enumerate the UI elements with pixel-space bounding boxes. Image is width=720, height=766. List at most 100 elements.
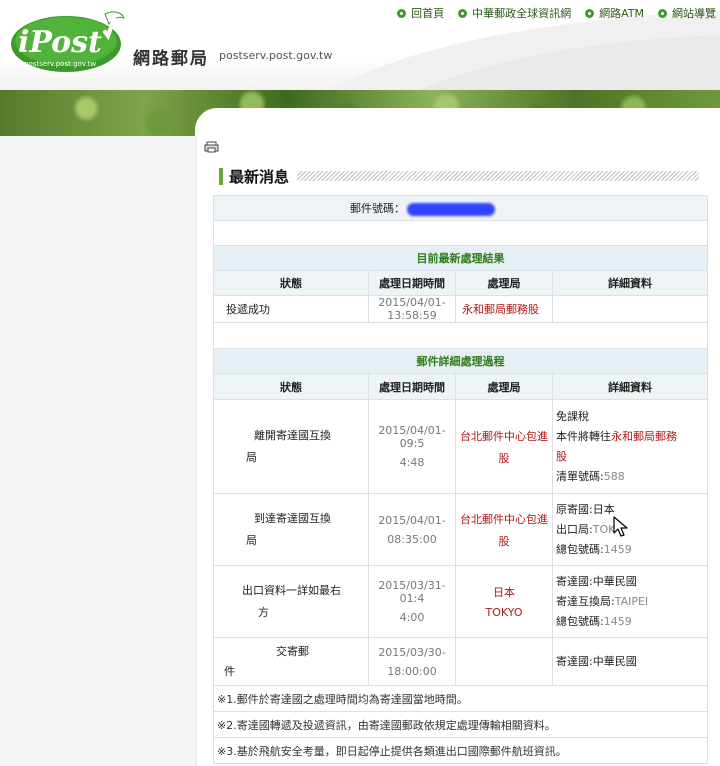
history-status: 出口資料一詳如最右 方 bbox=[213, 565, 369, 638]
green-bullet-icon bbox=[585, 8, 595, 18]
datetime-line: 2015/04/01- bbox=[378, 513, 446, 527]
svg-text:postserv.post.gov.tw: postserv.post.gov.tw bbox=[24, 60, 96, 68]
nav-chunghwa-post[interactable]: 中華郵政全球資訊網 bbox=[458, 5, 571, 21]
office-line: 股 bbox=[498, 534, 510, 548]
datetime-line: 18:00:00 bbox=[387, 664, 437, 678]
status-line: 方 bbox=[258, 605, 269, 619]
detail-line: 總包號碼: bbox=[556, 614, 604, 628]
nav-chunghwa-post-label: 中華郵政全球資訊網 bbox=[472, 7, 572, 20]
detail-value: TAIPEI bbox=[614, 594, 649, 608]
detail-highlight: 永和郵局郵務 bbox=[611, 429, 677, 443]
history-datetime: 2015/03/30- 18:00:00 bbox=[368, 637, 456, 686]
status-line: 局 bbox=[246, 533, 257, 547]
office-line: TOKYO bbox=[485, 606, 523, 619]
latest-result-title: 目前最新處理結果 bbox=[213, 245, 708, 271]
detail-line: 總包號碼: bbox=[556, 542, 604, 556]
history-row: 離開寄達國互換 局 2015/04/01-09:5 4:48 台北郵件中心包進 … bbox=[213, 399, 708, 494]
top-navigation: 回首頁 中華郵政全球資訊網 網路ATM 網站導覽 bbox=[397, 5, 716, 21]
section-heading: 最新消息 bbox=[219, 166, 699, 186]
office-line: 股 bbox=[498, 451, 510, 465]
content-top-curve bbox=[195, 108, 720, 138]
office-line: 台北郵件中心包進 bbox=[460, 429, 548, 443]
history-status: 離開寄達國互換 局 bbox=[213, 399, 369, 494]
site-name: 網路郵局 bbox=[133, 49, 209, 69]
office-line: 台北郵件中心包進 bbox=[460, 512, 548, 526]
datetime-line: 2015/03/31-01:4 bbox=[378, 579, 446, 605]
history-detail: 免課稅 本件將轉往永和郵局郵務 股 清單號碼:588 bbox=[552, 399, 708, 494]
heading-hatch-divider bbox=[297, 171, 699, 181]
nav-atm-label: 網路ATM bbox=[599, 7, 644, 20]
tracking-table: 郵件號碼： 目前最新處理結果 狀態 處理日期時間 處理局 詳細資料 投遞成功 2… bbox=[213, 195, 708, 764]
history-status: 交寄郵 件 bbox=[213, 637, 369, 686]
site-url: postserv.post.gov.tw bbox=[219, 49, 333, 62]
detail-line: 寄達互換局: bbox=[556, 594, 615, 608]
history-row: 到達寄達國互換 局 2015/04/01- 08:35:00 台北郵件中心包進 … bbox=[213, 493, 708, 566]
nav-home-label: 回首頁 bbox=[411, 7, 445, 20]
datetime-line: 08:35:00 bbox=[387, 532, 437, 546]
datetime-line: 2015/03/30- bbox=[378, 645, 446, 659]
datetime-line: 2015/04/01-09:5 bbox=[378, 424, 446, 450]
detail-highlight: 股 bbox=[556, 449, 567, 463]
left-sidebar bbox=[0, 136, 197, 766]
history-header-detail: 詳細資料 bbox=[552, 373, 708, 400]
spacer-row bbox=[213, 220, 708, 246]
history-detail: 寄達國:中華民國 寄達互換局:TAIPEI 總包號碼:1459 bbox=[552, 565, 708, 638]
history-datetime: 2015/04/01- 08:35:00 bbox=[368, 493, 456, 566]
detail-value: 588 bbox=[603, 469, 625, 483]
status-line: 出口資料一詳如最右 bbox=[242, 583, 341, 597]
latest-office: 永和郵局郵務股 bbox=[455, 295, 553, 323]
detail-line: 清單號碼: bbox=[556, 469, 604, 483]
ipost-logo[interactable]: iPost postserv.post.gov.tw bbox=[10, 8, 128, 74]
history-status: 到達寄達國互換 局 bbox=[213, 493, 369, 566]
status-line: 局 bbox=[246, 450, 257, 464]
section-title: 最新消息 bbox=[229, 167, 290, 186]
history-detail: 寄達國:中華民國 bbox=[552, 637, 708, 686]
heading-accent-bar bbox=[219, 167, 223, 185]
latest-header-status: 狀態 bbox=[213, 270, 369, 296]
nav-sitemap-label: 網站導覽 bbox=[672, 7, 716, 20]
latest-detail bbox=[552, 295, 708, 323]
nav-home[interactable]: 回首頁 bbox=[397, 5, 444, 21]
detail-value: 1459 bbox=[603, 542, 632, 556]
detail-line: 出口局: bbox=[556, 522, 593, 536]
print-icon[interactable] bbox=[204, 141, 219, 153]
detail-value: 1459 bbox=[603, 614, 632, 628]
svg-text:iPost: iPost bbox=[18, 25, 102, 60]
mouse-cursor-icon bbox=[613, 516, 628, 537]
history-row: 出口資料一詳如最右 方 2015/03/31-01:4 4:00 日本 TOKY… bbox=[213, 565, 708, 638]
history-title: 郵件詳細處理過程 bbox=[213, 348, 708, 374]
detail-line: 本件將轉往 bbox=[556, 429, 611, 443]
green-bullet-icon bbox=[397, 8, 407, 18]
office-line: 日本 bbox=[493, 586, 515, 599]
latest-result-row: 投遞成功 2015/04/01-13:58:59 永和郵局郵務股 bbox=[213, 295, 708, 323]
site-header: 回首頁 中華郵政全球資訊網 網路ATM 網站導覽 iPost postserv.… bbox=[0, 0, 720, 90]
spacer-row bbox=[213, 322, 708, 349]
history-datetime: 2015/04/01-09:5 4:48 bbox=[368, 399, 456, 494]
nav-atm[interactable]: 網路ATM bbox=[585, 5, 644, 21]
detail-line: 免課稅 bbox=[556, 409, 589, 423]
latest-header-office: 處理局 bbox=[455, 270, 553, 296]
status-line: 到達寄達國互換 bbox=[254, 511, 331, 525]
history-row: 交寄郵 件 2015/03/30- 18:00:00 寄達國:中華民國 bbox=[213, 637, 708, 686]
note-line: ※2.寄達國轉遞及投遞資訊，由寄達國郵政依規定處理傳輸相關資料。 bbox=[213, 711, 708, 738]
tracking-number-row: 郵件號碼： bbox=[213, 195, 708, 221]
nav-sitemap[interactable]: 網站導覽 bbox=[658, 5, 716, 21]
green-bullet-icon bbox=[458, 8, 468, 18]
history-header-status: 狀態 bbox=[213, 373, 369, 400]
detail-line: 寄達國:中華民國 bbox=[556, 654, 637, 668]
history-office: 日本 TOKYO bbox=[455, 565, 553, 638]
detail-value: TOK bbox=[592, 522, 616, 536]
datetime-line: 4:00 bbox=[399, 611, 425, 624]
note-line: ※1.郵件於寄達國之處理時間均為寄達國當地時間。 bbox=[213, 685, 708, 712]
datetime-line: 4:48 bbox=[399, 456, 425, 469]
status-line: 離開寄達國互換 bbox=[254, 428, 331, 442]
history-header-datetime: 處理日期時間 bbox=[368, 373, 456, 400]
history-office: 台北郵件中心包進 股 bbox=[455, 493, 553, 566]
latest-status: 投遞成功 bbox=[213, 295, 369, 323]
history-office: 台北郵件中心包進 股 bbox=[455, 399, 553, 494]
latest-datetime: 2015/04/01-13:58:59 bbox=[368, 295, 456, 323]
detail-line: 寄達國:中華民國 bbox=[556, 574, 637, 588]
history-office bbox=[455, 637, 553, 686]
history-header-office: 處理局 bbox=[455, 373, 553, 400]
redacted-tracking-number bbox=[407, 202, 495, 216]
